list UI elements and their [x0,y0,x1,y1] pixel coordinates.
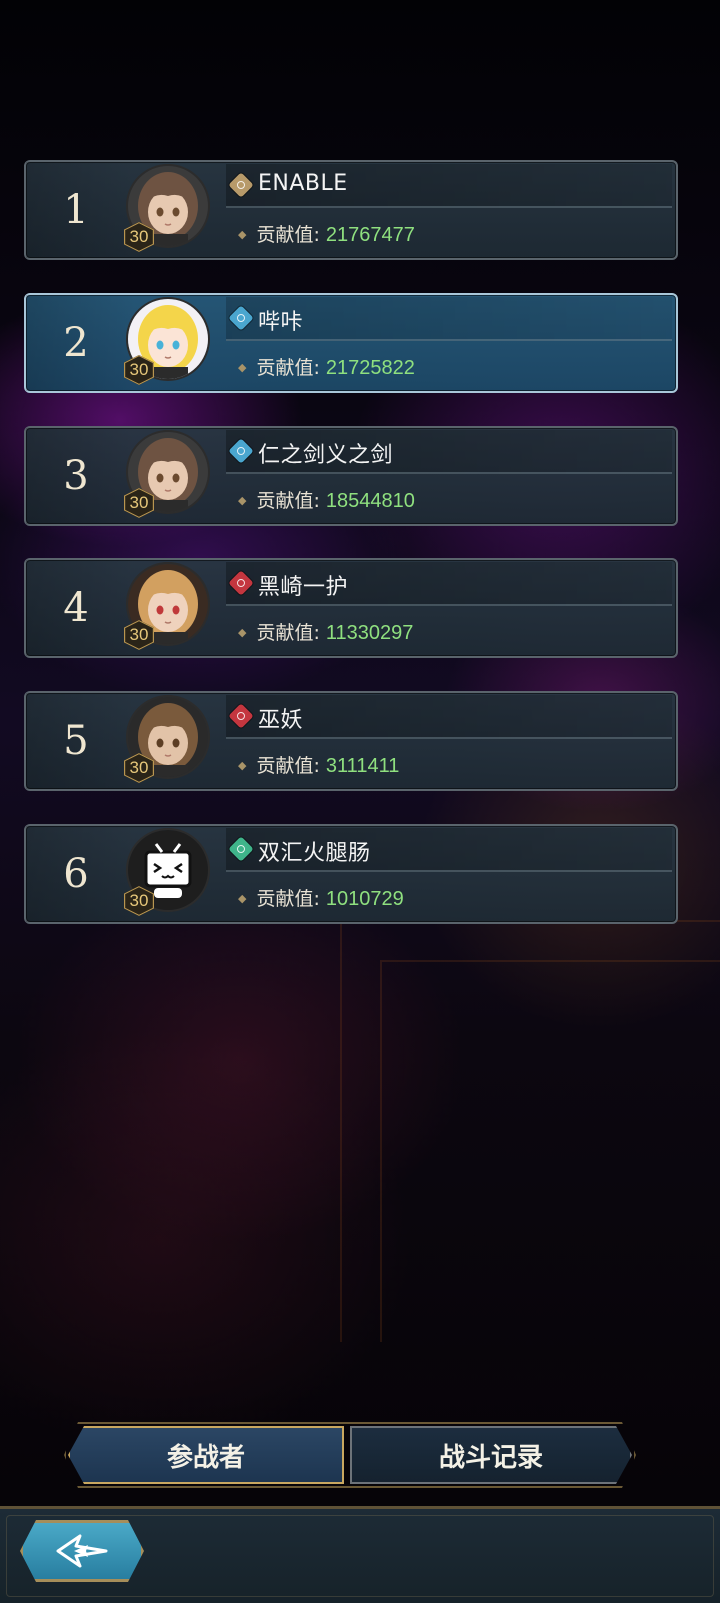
element-icon [228,570,254,596]
diamond-icon: ◆ [238,892,247,905]
contribution: ◆ 贡献值: 18544810 [238,486,415,513]
back-arrow-icon [54,1532,110,1570]
rank-row[interactable]: 2 30 哔咔 ◆ 贡献值: 21725822 [24,293,678,393]
rank-number: 6 [63,851,89,897]
diamond-icon: ◆ [238,494,247,507]
level-value: 30 [129,891,149,910]
element-icon [228,305,254,331]
level-value: 30 [129,493,149,512]
name-bar: ENABLE [226,164,672,208]
element-icon [228,836,254,862]
diamond-icon: ◆ [238,361,247,374]
contribution: ◆ 贡献值: 1010729 [238,884,404,911]
diamond-icon: ◆ [238,228,247,241]
level-value: 30 [129,360,149,379]
contribution-value: 21767477 [325,224,415,246]
element-icon [228,172,254,198]
contribution-label: 贡献值: [256,224,320,246]
contribution-label: 贡献值: [256,622,320,644]
player-name: 双汇火腿肠 [258,841,371,866]
tab-participants[interactable]: 参战者 [68,1426,344,1484]
player-name: ENABLE [258,171,348,196]
contribution: ◆ 贡献值: 3111411 [238,751,399,778]
rank-number: 3 [63,453,89,499]
contribution: ◆ 贡献值: 21725822 [238,353,415,380]
player-name: 仁之剑义之剑 [258,443,394,468]
element-icon [228,438,254,464]
diamond-icon: ◆ [238,626,247,639]
back-button[interactable] [20,1520,144,1582]
level-value: 30 [129,227,149,246]
rank-row[interactable]: 3 30 仁之剑义之剑 ◆ 贡献值: 18544810 [24,426,678,526]
contribution-label: 贡献值: [256,888,320,910]
contribution-value: 1010729 [325,888,404,910]
rank-number: 4 [63,585,89,631]
contribution-label: 贡献值: [256,490,320,512]
background-decoration [380,960,720,1342]
rank-number: 2 [63,320,89,366]
level-value: 30 [129,758,149,777]
contribution-label: 贡献值: [256,357,320,379]
level-value: 30 [129,625,149,644]
rank-number: 1 [63,187,89,233]
rank-number: 5 [63,718,89,764]
contribution-value: 3111411 [325,755,400,777]
element-icon [228,703,254,729]
player-name: 巫妖 [258,708,304,733]
contribution: ◆ 贡献值: 11330297 [238,618,413,645]
name-bar: 巫妖 [226,695,672,739]
contribution: ◆ 贡献值: 21767477 [238,220,415,247]
name-bar: 哔咔 [226,297,672,341]
player-name: 黑崎一护 [258,575,349,600]
rank-row[interactable]: 4 30 黑崎一护 ◆ 贡献值: 11330297 [24,558,678,658]
name-bar: 双汇火腿肠 [226,828,672,872]
rank-row[interactable]: 1 30 ENABLE ◆ 贡献值: 21767477 [24,160,678,260]
background-decoration [340,920,720,1342]
tab-bar: 参战者 战斗记录 [64,1426,636,1488]
name-bar: 黑崎一护 [226,562,672,606]
contribution-value: 18544810 [325,490,415,512]
diamond-icon: ◆ [238,759,247,772]
rank-row[interactable]: 5 30 巫妖 ◆ 贡献值: 3111411 [24,691,678,791]
contribution-label: 贡献值: [256,755,320,777]
player-name: 哔咔 [258,310,304,335]
rank-row[interactable]: 6 30 双汇火腿肠 ◆ 贡献值: 1010729 [24,824,678,924]
contribution-value: 11330297 [325,622,414,644]
name-bar: 仁之剑义之剑 [226,430,672,474]
contribution-value: 21725822 [325,357,415,379]
tab-battle-log[interactable]: 战斗记录 [350,1426,632,1484]
